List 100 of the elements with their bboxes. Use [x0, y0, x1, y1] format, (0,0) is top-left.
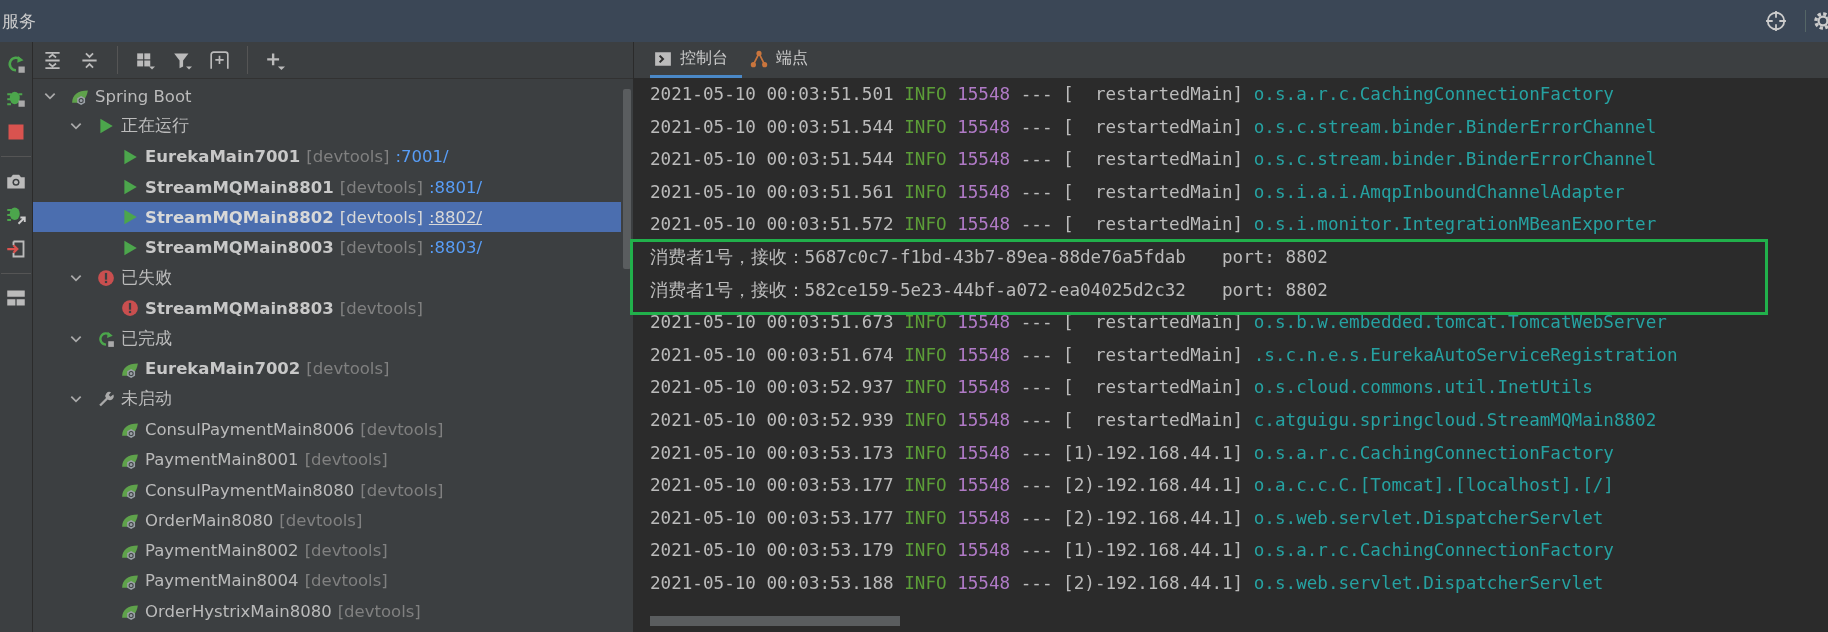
item-tag: [devtools] — [304, 571, 388, 591]
run-icon — [121, 208, 139, 227]
item-label: StreamMQMain8003 — [145, 238, 334, 258]
item-tag: [devtools] — [306, 147, 390, 167]
item-tag: [devtools] — [339, 207, 423, 227]
log-line: 2021-05-10 00:03:51.561 INFO 15548 --- [ restartedMain] o.s.i.a.i.AmqpInboundChannelAdapter — [650, 180, 1626, 204]
log-line: 2021-05-10 00:03:52.939 INFO 15548 --- [ restartedMain] c.atguigu.springcloud.StreamMQMain8802 — [650, 408, 1658, 432]
tree-item[interactable]: PaymentMain8002 [devtools] — [33, 535, 621, 566]
add-icon[interactable] — [266, 50, 285, 70]
item-tag: [devtools] — [339, 238, 423, 258]
crosshair-icon[interactable] — [1765, 10, 1787, 32]
tree-item[interactable]: ConsulPaymentMain8080 [devtools] — [33, 474, 621, 506]
tab[interactable]: 控制台 — [650, 42, 742, 78]
error-icon — [121, 299, 139, 318]
log-line: 2021-05-10 00:03:51.572 INFO 15548 --- [ restartedMain] o.s.i.monitor.IntegrationMBeanExporter — [650, 213, 1658, 237]
item-label: StreamMQMain8801 — [145, 177, 334, 197]
item-label: OrderMain8080 — [145, 510, 274, 530]
spring-leaf-icon — [121, 481, 139, 499]
import-icon[interactable] — [6, 239, 26, 259]
tree-item[interactable]: 已完成 — [33, 323, 621, 354]
output-line: 消费者1号，接收：5687c0c7-f1bd-43b7-89ea-88de76a5fdab port: 8802 — [650, 245, 1329, 269]
tab[interactable]: 端点 — [746, 42, 822, 78]
log-line: 2021-05-10 00:03:51.501 INFO 15548 --- [ restartedMain] o.s.a.r.c.CachingConnectionFactory — [650, 83, 1615, 106]
log-line: 2021-05-10 00:03:53.173 INFO 15548 --- [1)-192.168.44.1] o.s.a.r.c.CachingConnectionFactory — [650, 441, 1615, 465]
log-line: 2021-05-10 00:03:53.179 INFO 15548 --- [1)-192.168.44.1] o.s.a.r.c.CachingConnectionFactory — [650, 539, 1615, 563]
console-icon — [654, 49, 672, 68]
bug-arrow-icon[interactable] — [6, 205, 26, 225]
log-line: 2021-05-10 00:03:51.544 INFO 15548 --- [ restartedMain] o.s.c.stream.binder.BinderErrorChannel — [650, 115, 1658, 139]
settings-icon[interactable] — [1805, 10, 1828, 32]
tree-item[interactable]: StreamMQMain8003 [devtools] :8803/ — [33, 232, 621, 263]
log-line: 2021-05-10 00:03:52.937 INFO 15548 --- [ restartedMain] o.s.cloud.commons.util.InetUtils — [650, 376, 1594, 400]
item-tag: [devtools] — [337, 601, 421, 621]
item-tag: [devtools] — [304, 450, 388, 470]
expand-all-icon[interactable] — [43, 50, 62, 70]
run-icon — [121, 178, 139, 197]
tree-item[interactable]: 正在运行 — [33, 111, 621, 142]
tree-item[interactable]: 未启动 — [33, 383, 621, 415]
item-label: EurekaMain7001 — [145, 147, 301, 167]
tree-item[interactable]: OrderMain8080 [devtools] — [33, 505, 621, 536]
item-tag: [devtools] — [360, 419, 444, 439]
log-line: 2021-05-10 00:03:53.177 INFO 15548 --- [2)-192.168.44.1] o.a.c.c.C.[Tomcat].[localhost].[/] — [650, 474, 1615, 498]
item-label: EurekaMain7002 — [145, 359, 301, 379]
item-label: PaymentMain8004 — [145, 571, 299, 591]
item-label: 已失败 — [121, 266, 172, 289]
window-title: 服务 — [1, 9, 36, 33]
wrench-icon — [97, 390, 115, 409]
spring-leaf-icon — [121, 420, 139, 439]
tree-item[interactable]: PaymentMain8004 [devtools] — [33, 565, 621, 597]
stop-icon[interactable] — [6, 122, 26, 142]
item-label: 已完成 — [121, 327, 172, 350]
item-tag: [devtools] — [339, 177, 423, 197]
tree-item[interactable]: Spring Boot — [33, 81, 621, 112]
spring-leaf-icon — [71, 87, 89, 106]
group-icon[interactable] — [136, 50, 155, 70]
item-label: Spring Boot — [95, 86, 192, 106]
filter-icon[interactable] — [173, 50, 192, 70]
tree-item[interactable]: OrderHystrixMain8080 [devtools] — [33, 596, 621, 627]
port-link[interactable]: :7001/ — [395, 147, 449, 167]
item-label: 未启动 — [121, 388, 172, 411]
add-service-icon[interactable] — [210, 50, 229, 70]
item-label: ConsulPaymentMain8006 — [145, 419, 355, 439]
tree-item[interactable]: PaymentMain8001 [devtools] — [33, 444, 621, 475]
run-icon — [121, 147, 139, 166]
tree-item[interactable]: StreamMQMain8801 [devtools] :8801/ — [33, 171, 621, 203]
scrollbar-thumb[interactable] — [623, 89, 631, 269]
tree-item[interactable]: EurekaMain7002 [devtools] — [33, 353, 621, 384]
item-label: PaymentMain8001 — [145, 450, 299, 470]
item-label: StreamMQMain8803 — [145, 298, 334, 318]
collapse-all-icon[interactable] — [80, 50, 99, 70]
tree-item[interactable]: StreamMQMain8803 [devtools] — [33, 293, 621, 324]
item-label: StreamMQMain8802 — [145, 207, 334, 227]
tree-item[interactable]: ConsulPaymentMain8006 [devtools] — [33, 414, 621, 445]
scrollbar-thumb[interactable] — [650, 616, 900, 626]
log-line: 2021-05-10 00:03:53.188 INFO 15548 --- [2)-192.168.44.1] o.s.web.servlet.DispatcherServlet — [650, 571, 1605, 595]
item-tag: [devtools] — [306, 359, 390, 379]
error-icon — [97, 268, 115, 287]
output-line: 消费者1号，接收：582ce159-5e23-44bf-a072-ea04025d2c32 port: 8802 — [650, 278, 1329, 302]
item-label: OrderHystrixMain8080 — [145, 601, 332, 621]
port-link[interactable]: :8802/ — [428, 207, 482, 227]
layout-icon[interactable] — [6, 288, 26, 308]
log-line: 2021-05-10 00:03:51.674 INFO 15548 --- [ restartedMain] .s.c.n.e.s.EurekaAutoServiceRegistration — [650, 343, 1679, 367]
item-label: 正在运行 — [121, 115, 189, 138]
item-tag: [devtools] — [304, 541, 388, 561]
item-tag: [devtools] — [360, 480, 444, 500]
rerun-icon — [97, 329, 115, 348]
item-tag: [devtools] — [339, 298, 423, 318]
tree-item[interactable]: 已失败 — [33, 262, 621, 294]
port-link[interactable]: :8803/ — [428, 238, 482, 258]
nodes-icon — [750, 49, 768, 68]
spring-leaf-icon — [121, 511, 139, 530]
tree-item[interactable]: StreamMQMain8802 [devtools] :8802/ — [33, 202, 621, 233]
item-tag: [devtools] — [279, 510, 363, 530]
item-label: PaymentMain8002 — [145, 541, 299, 561]
rerun-icon[interactable] — [6, 54, 26, 74]
spring-leaf-icon — [121, 602, 139, 621]
log-line: 2021-05-10 00:03:53.177 INFO 15548 --- [2)-192.168.44.1] o.s.web.servlet.DispatcherServlet — [650, 506, 1605, 530]
tree-item[interactable]: EurekaMain7001 [devtools] :7001/ — [33, 141, 621, 172]
item-label: ConsulPaymentMain8080 — [145, 480, 355, 500]
port-link[interactable]: :8801/ — [428, 177, 482, 197]
run-icon — [97, 117, 115, 136]
